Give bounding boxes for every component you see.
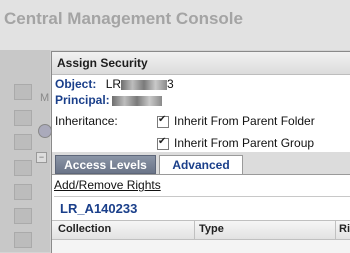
inherit-group-row[interactable]: Inherit From Parent Group — [157, 136, 314, 150]
home-icon[interactable] — [14, 84, 32, 100]
folder-icon[interactable] — [14, 110, 32, 126]
add-remove-rights-link[interactable]: Add/Remove Rights — [54, 178, 161, 192]
tab-advanced[interactable]: Advanced — [159, 155, 243, 174]
calendar-icon[interactable] — [14, 208, 32, 224]
column-rights[interactable]: Ri — [339, 223, 350, 235]
object-row: Object: LR 3 — [55, 77, 174, 91]
document-icon[interactable] — [14, 134, 32, 150]
rights-table-header: Collection Type Ri — [52, 220, 350, 240]
inherit-folder-checkbox[interactable] — [157, 114, 169, 128]
object-name-heading: LR_A140233 — [60, 201, 138, 216]
globe-icon — [38, 124, 52, 138]
column-separator — [194, 221, 195, 239]
object-value-prefix: LR — [105, 77, 122, 91]
tab-bar: Access Levels Advanced — [52, 152, 350, 175]
sidebar-partial-label: M — [40, 92, 50, 104]
inherit-group-label: Inherit From Parent Group — [174, 136, 315, 150]
redacted-region — [111, 95, 162, 106]
object-label: Object: — [55, 77, 97, 91]
server-icon[interactable] — [14, 232, 32, 248]
object-value-suffix: 3 — [167, 77, 174, 91]
column-type[interactable]: Type — [199, 223, 224, 235]
principal-row: Principal: — [55, 93, 162, 107]
collapse-icon[interactable]: − — [36, 152, 47, 163]
console-title: Central Management Console — [4, 9, 243, 28]
tab-access-levels[interactable]: Access Levels — [55, 155, 156, 174]
inherit-group-checkbox[interactable] — [157, 136, 169, 150]
users-icon[interactable] — [14, 184, 32, 200]
column-collection[interactable]: Collection — [58, 223, 111, 235]
dialog-header: Assign Security — [52, 52, 350, 75]
folder-list-icon[interactable] — [14, 160, 32, 176]
dialog-title: Assign Security — [57, 56, 148, 70]
rights-table-body — [52, 240, 350, 253]
divider — [54, 196, 350, 197]
column-separator — [335, 221, 336, 239]
console-sidebar — [0, 50, 50, 252]
redacted-region — [121, 79, 168, 90]
assign-security-dialog: Assign Security Object: LR 3 Principal: I… — [51, 51, 350, 253]
principal-label: Principal: — [55, 93, 110, 107]
inherit-folder-label: Inherit From Parent Folder — [174, 114, 315, 128]
inheritance-label: Inheritance: — [55, 114, 118, 128]
inherit-folder-row[interactable]: Inherit From Parent Folder — [157, 114, 315, 128]
